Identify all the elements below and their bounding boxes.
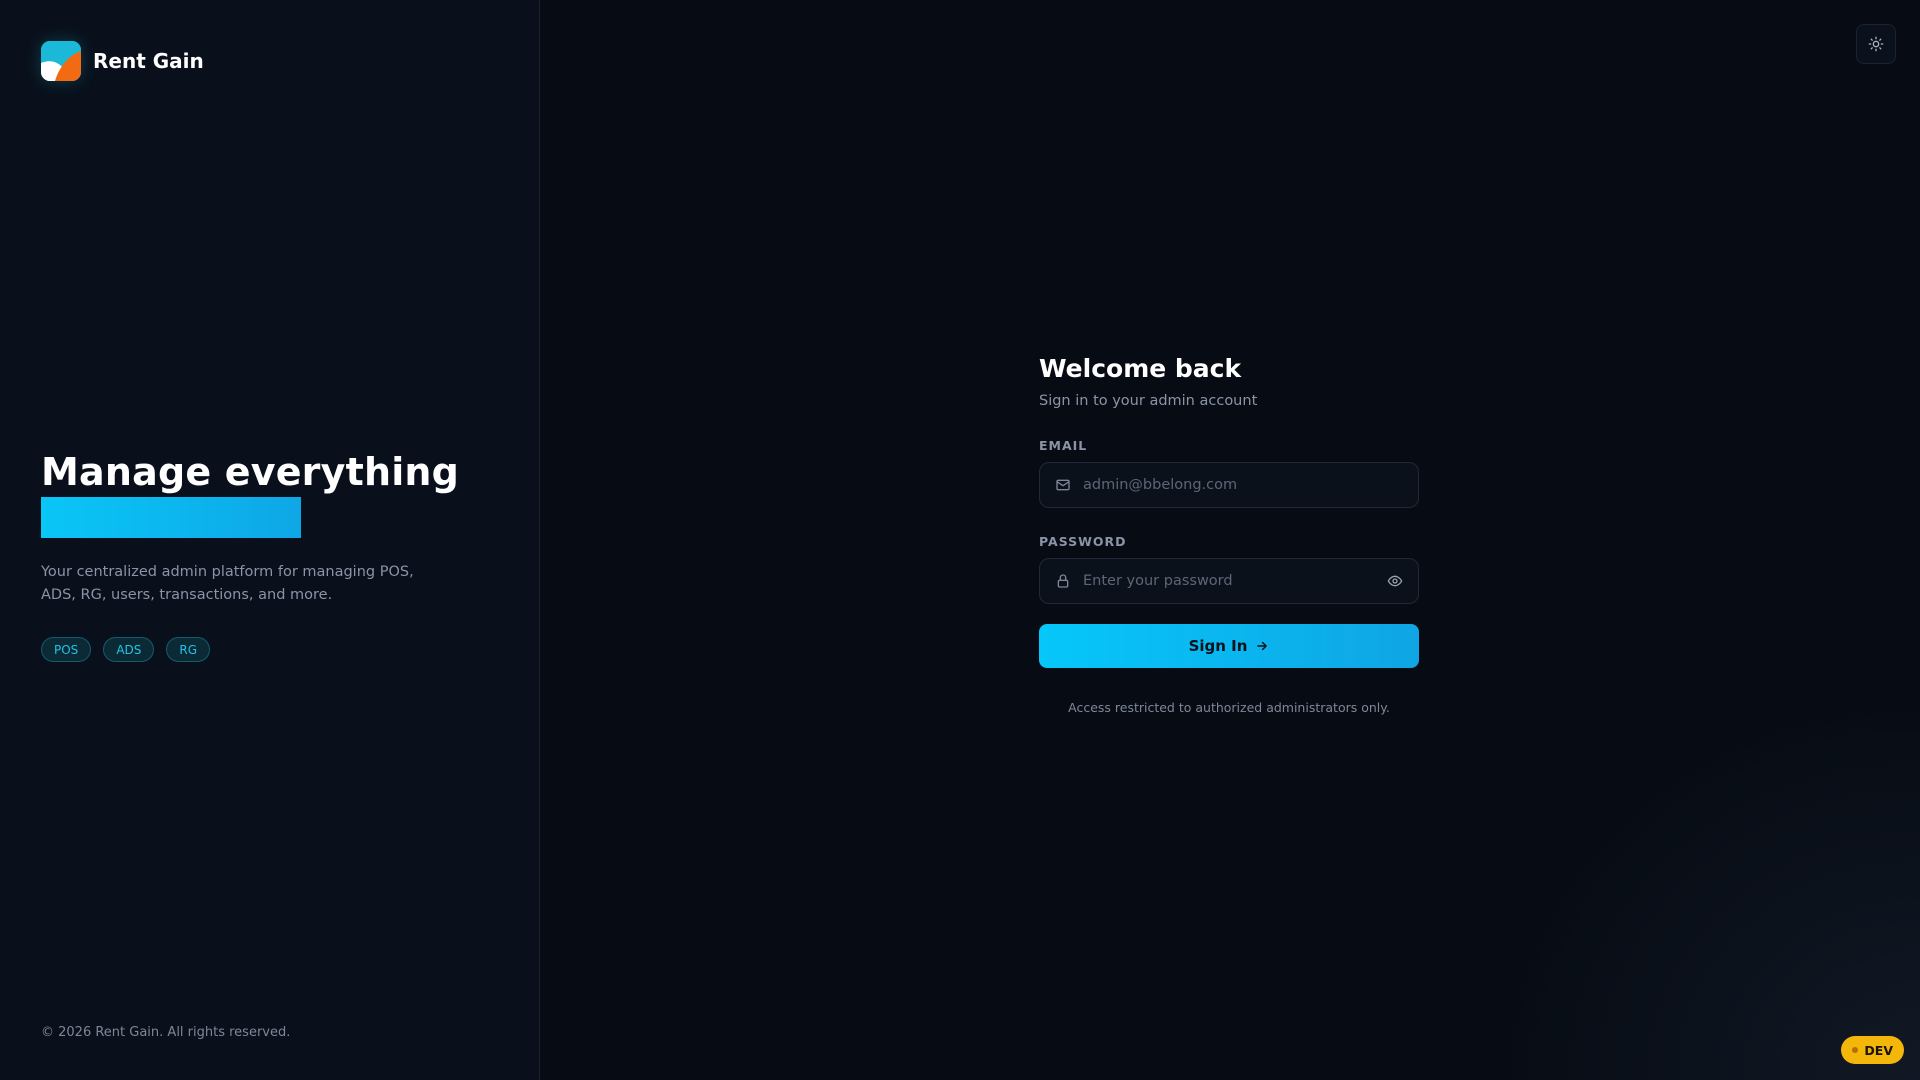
tag-ads: ADS (103, 637, 155, 662)
sign-in-label: Sign In (1188, 637, 1248, 655)
password-field[interactable] (1039, 558, 1419, 604)
login-page: Rent Gain Manage everything Your central… (0, 0, 1920, 1080)
brand: Rent Gain (41, 41, 498, 81)
status-dot (1852, 1047, 1859, 1053)
rent-gain-logo-icon (41, 41, 81, 81)
arrow-right-icon (1255, 639, 1269, 653)
hero-title: Manage everything (41, 450, 460, 494)
copyright: © 2026 Rent Gain. All rights reserved. (41, 1025, 291, 1040)
lock-icon (1055, 573, 1071, 589)
brand-panel: Rent Gain Manage everything Your central… (0, 0, 540, 1080)
hero: Manage everything Your centralized admin… (41, 449, 501, 662)
login-subtitle: Sign in to your admin account (1039, 393, 1258, 409)
eye-icon[interactable] (1387, 573, 1403, 589)
tag-rg: RG (166, 637, 211, 662)
brand-name: Rent Gain (93, 49, 204, 73)
mail-icon (1055, 477, 1071, 493)
tag-pos: POS (41, 637, 92, 662)
email-input[interactable] (1083, 477, 1403, 493)
password-input[interactable] (1083, 573, 1375, 589)
env-badge-label: DEV (1864, 1042, 1893, 1058)
theme-toggle-button[interactable] (1856, 24, 1896, 64)
sun-icon (1868, 36, 1884, 52)
login-title: Welcome back (1039, 354, 1242, 383)
login-panel: Welcome back Sign in to your admin accou… (540, 0, 1920, 1080)
sign-in-button[interactable]: Sign In (1039, 624, 1419, 668)
login-form: Welcome back Sign in to your admin accou… (1039, 354, 1419, 715)
email-field[interactable] (1039, 462, 1419, 508)
access-notice: Access restricted to authorized administ… (1068, 700, 1390, 715)
product-tags: POS ADS RG (41, 637, 501, 662)
email-label: EMAIL (1039, 438, 1088, 453)
env-badge: DEV (1841, 1036, 1904, 1064)
hero-highlight-bar (41, 497, 301, 538)
password-label: PASSWORD (1039, 534, 1127, 549)
hero-description: Your centralized admin platform for mana… (41, 564, 414, 603)
